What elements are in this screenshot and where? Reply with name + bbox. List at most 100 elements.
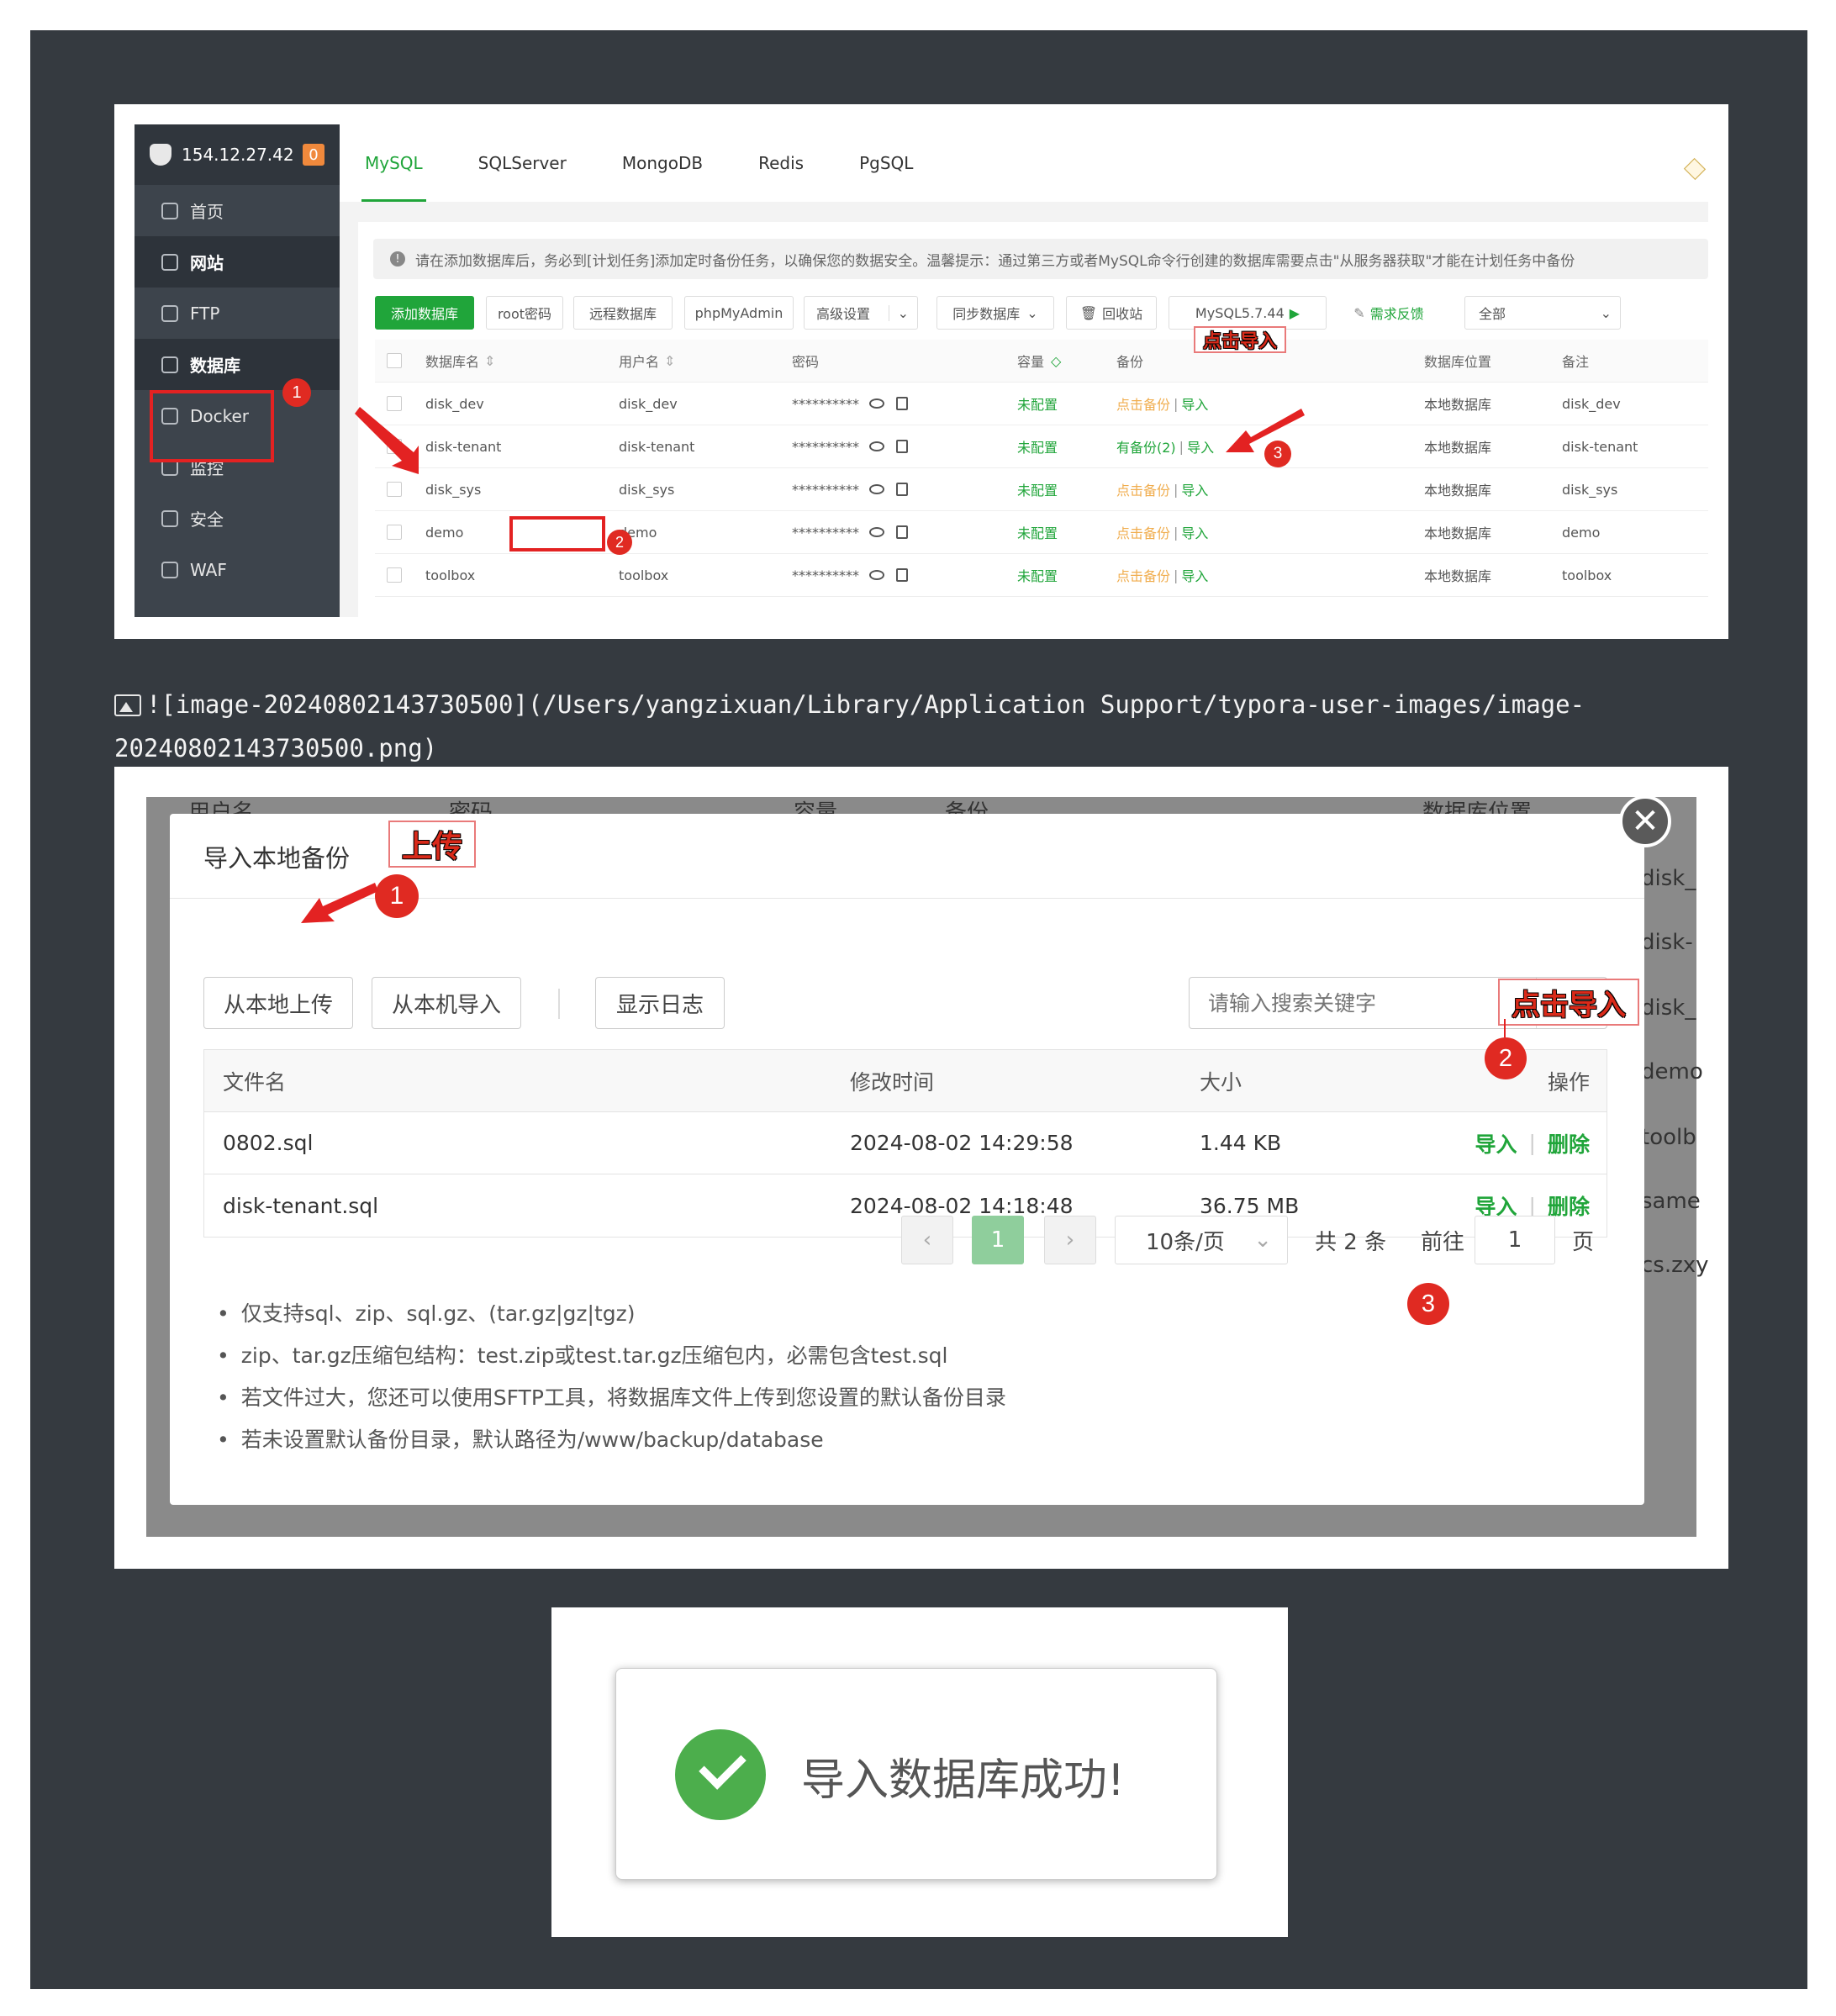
filter-select[interactable]: 全部 ⌄ xyxy=(1464,296,1621,330)
server-shield-icon xyxy=(150,144,171,166)
add-database-button[interactable]: 添加数据库 xyxy=(375,296,474,330)
sidebar-item-label: 数据库 xyxy=(190,356,240,376)
eye-icon[interactable] xyxy=(869,527,884,537)
select-all-checkbox[interactable] xyxy=(387,353,402,368)
import-link[interactable]: 导入 xyxy=(1181,393,1208,414)
tab-mysql[interactable]: MySQL xyxy=(361,124,426,202)
close-dialog-button[interactable]: ✕ xyxy=(1619,795,1671,847)
backup-link[interactable]: 点击备份 xyxy=(1116,393,1170,414)
db-note[interactable]: toolbox xyxy=(1562,554,1612,596)
phpmyadmin-button[interactable]: phpMyAdmin xyxy=(684,296,794,330)
show-log-button[interactable]: 显示日志 xyxy=(595,977,725,1029)
vip-diamond-icon[interactable] xyxy=(1683,157,1707,181)
db-name[interactable]: demo xyxy=(425,511,463,553)
copy-icon[interactable] xyxy=(896,525,908,539)
table-row: disk_sys disk_sys ********** 未配置 点击备份 | 导入 本地数据… xyxy=(375,468,1708,511)
backup-link[interactable]: 点击备份 xyxy=(1116,565,1170,585)
tab-sqlserver[interactable]: SQLServer xyxy=(478,124,567,202)
row-checkbox[interactable] xyxy=(387,396,402,411)
import-from-server-button[interactable]: 从本机导入 xyxy=(372,977,521,1029)
row-checkbox[interactable] xyxy=(387,482,402,497)
db-name[interactable]: toolbox xyxy=(425,554,475,596)
column-header: 数据库位置 xyxy=(1424,354,1492,370)
copy-icon[interactable] xyxy=(896,483,908,496)
chevron-down-icon: ⌄ xyxy=(1026,304,1038,321)
import-file-link[interactable]: 导入 xyxy=(1475,1128,1517,1158)
sync-database-dropdown[interactable]: 同步数据库 ⌄ xyxy=(936,296,1054,330)
help-note-item: zip、tar.gz压缩包结构：test.zip或test.tar.gz压缩包内… xyxy=(217,1335,1006,1377)
check-circle-icon xyxy=(675,1729,766,1820)
import-link[interactable]: 导入 xyxy=(1181,565,1208,585)
goto-page-input[interactable]: 1 xyxy=(1475,1216,1555,1264)
next-page-button[interactable]: › xyxy=(1044,1216,1096,1264)
help-note-item: 仅支持sql、zip、sql.gz、(tar.gz|gz|tgz) xyxy=(217,1293,1006,1335)
backup-link[interactable]: 有备份(2) xyxy=(1116,436,1176,457)
sidebar-item-ftp[interactable]: FTP xyxy=(135,288,340,339)
callout-click-import: 点击导入 xyxy=(1194,326,1286,353)
db-note[interactable]: disk_sys xyxy=(1562,468,1617,510)
db-capacity[interactable]: 未配置 xyxy=(1017,468,1058,510)
db-name[interactable]: disk-tenant xyxy=(425,425,501,467)
tab-mongodb[interactable]: MongoDB xyxy=(622,124,703,202)
row-checkbox[interactable] xyxy=(387,567,402,583)
eye-icon[interactable] xyxy=(869,441,884,451)
column-header-label: 容量 xyxy=(1017,354,1045,370)
mysql-version-button[interactable]: MySQL5.7.44 ▶ xyxy=(1169,296,1327,330)
sidebar-item-security[interactable]: 安全 xyxy=(135,493,340,544)
tab-redis[interactable]: Redis xyxy=(758,124,804,202)
sidebar-item-database[interactable]: 数据库 xyxy=(135,339,340,390)
db-capacity[interactable]: 未配置 xyxy=(1017,554,1058,596)
sort-icon: ⇕ xyxy=(484,352,496,369)
table-header: 数据库名 ⇕ 用户名 ⇕ 密码 容量 ◇ 备份 数据库位置 备注 xyxy=(375,340,1708,383)
db-note[interactable]: demo xyxy=(1562,511,1600,553)
eye-icon[interactable] xyxy=(869,484,884,494)
remote-database-button[interactable]: 远程数据库 xyxy=(573,296,673,330)
row-checkbox[interactable] xyxy=(387,439,402,454)
import-link[interactable]: 导入 xyxy=(1181,522,1208,542)
advanced-settings-label: 高级设置 xyxy=(816,306,871,322)
db-location: 本地数据库 xyxy=(1424,397,1492,413)
sidebar-item-label: 首页 xyxy=(190,202,224,222)
eye-icon[interactable] xyxy=(869,570,884,580)
recycle-bin-label: 回收站 xyxy=(1102,306,1143,322)
column-header[interactable]: 数据库名 ⇕ xyxy=(425,340,495,382)
sidebar-item-home[interactable]: 首页 xyxy=(135,185,340,236)
search-input[interactable] xyxy=(1190,978,1536,1028)
db-note[interactable]: disk_dev xyxy=(1562,383,1621,425)
db-capacity[interactable]: 未配置 xyxy=(1017,425,1058,467)
server-header[interactable]: 154.12.27.42 0 xyxy=(135,124,340,185)
db-name[interactable]: disk_dev xyxy=(425,383,484,425)
trash-icon: 🗑 xyxy=(1079,304,1098,321)
home-icon xyxy=(161,202,178,219)
db-user: disk_dev xyxy=(619,395,678,412)
feedback-link[interactable]: ✎ 需求反馈 xyxy=(1338,296,1439,330)
copy-icon[interactable] xyxy=(896,397,908,410)
backup-link[interactable]: 点击备份 xyxy=(1116,522,1170,542)
advanced-settings-dropdown[interactable]: 高级设置 ⌄ xyxy=(804,296,918,330)
root-password-button[interactable]: root密码 xyxy=(486,296,563,330)
eye-icon[interactable] xyxy=(869,398,884,409)
db-capacity[interactable]: 未配置 xyxy=(1017,383,1058,425)
import-link[interactable]: 导入 xyxy=(1181,479,1208,499)
page-size-select[interactable]: 10条/页 ⌄ xyxy=(1115,1216,1288,1264)
tab-pgsql[interactable]: PgSQL xyxy=(859,124,913,202)
copy-icon[interactable] xyxy=(896,440,908,453)
edit-icon: ✎ xyxy=(1353,304,1365,321)
db-capacity[interactable]: 未配置 xyxy=(1017,511,1058,553)
sidebar-item-waf[interactable]: WAF xyxy=(135,544,340,595)
alert-badge[interactable]: 0 xyxy=(303,144,324,166)
import-link[interactable]: 导入 xyxy=(1187,436,1214,457)
prev-page-button[interactable]: ‹ xyxy=(901,1216,953,1264)
delete-file-link[interactable]: 删除 xyxy=(1548,1128,1590,1158)
sidebar-item-website[interactable]: 网站 xyxy=(135,236,340,288)
copy-icon[interactable] xyxy=(896,568,908,582)
db-note[interactable]: disk-tenant xyxy=(1562,425,1638,467)
upload-local-button[interactable]: 从本地上传 xyxy=(203,977,353,1029)
recycle-bin-button[interactable]: 🗑 回收站 xyxy=(1066,296,1157,330)
page-number-current[interactable]: 1 xyxy=(972,1216,1024,1264)
bg-row-item: cs.zxy xyxy=(1641,1253,1709,1278)
column-header[interactable]: 用户名 ⇕ xyxy=(619,340,675,382)
backup-link[interactable]: 点击备份 xyxy=(1116,479,1170,499)
row-checkbox[interactable] xyxy=(387,525,402,540)
db-name[interactable]: disk_sys xyxy=(425,468,481,510)
